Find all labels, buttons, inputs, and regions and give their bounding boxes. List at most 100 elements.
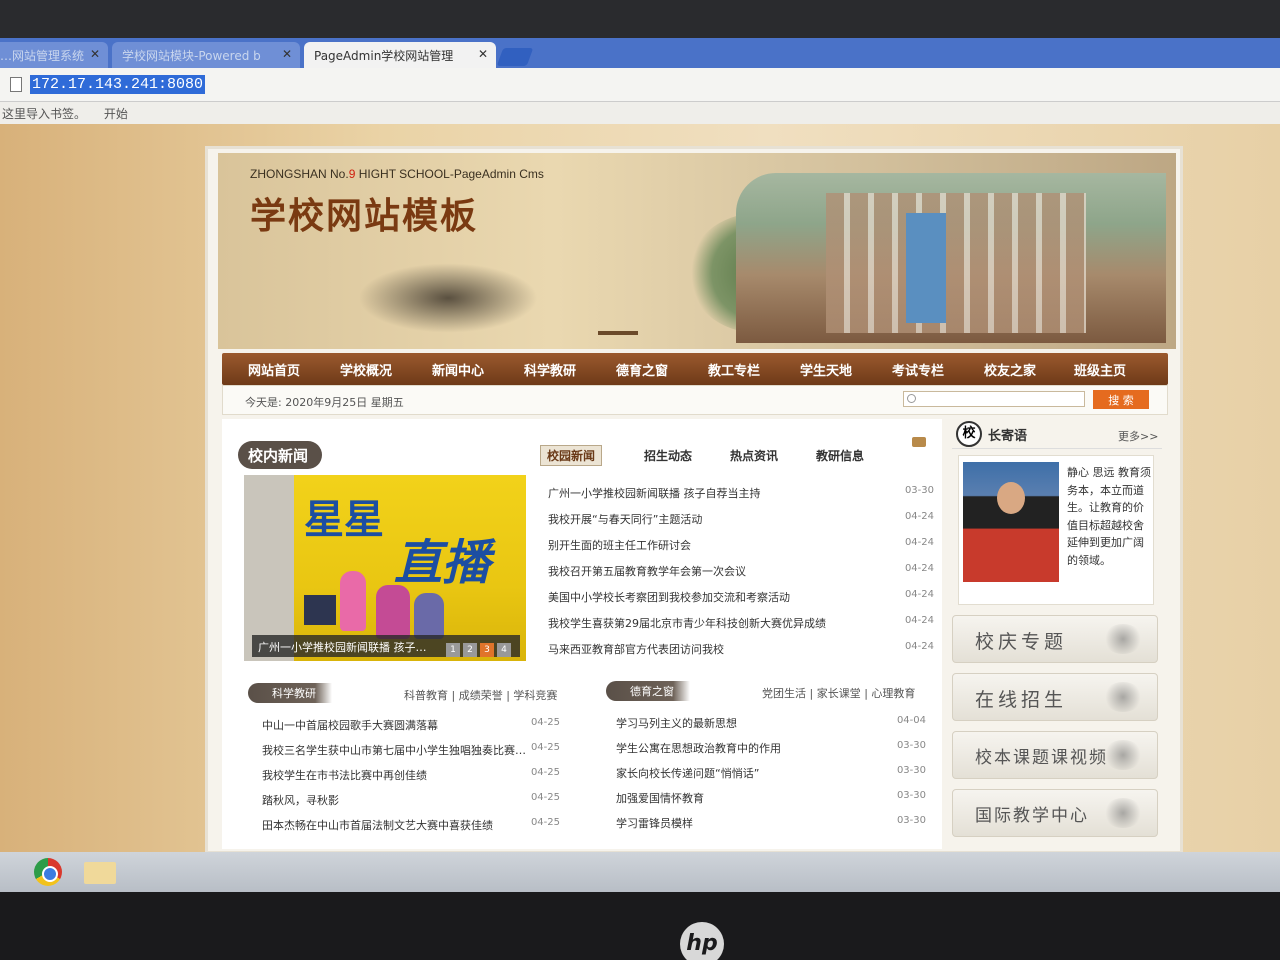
school-site: ZHONGSHAN No.9 HIGHT SCHOOL-PageAdmin Cm…: [205, 146, 1183, 854]
speaker-icon: [912, 437, 926, 447]
research-link[interactable]: 田本杰畅在中山市首届法制文艺大赛中喜获佳绩: [262, 817, 532, 833]
course-video-button[interactable]: 校本课题课视频: [952, 731, 1158, 779]
list-item[interactable]: 学习马列主义的最新思想 04-04: [606, 715, 928, 740]
news-link[interactable]: 我校开展“与春天同行”主题活动: [548, 511, 878, 527]
chrome-icon[interactable]: [34, 858, 62, 886]
browser-tab-bar: …网站管理系统 ✕ 学校网站模块-Powered b ✕ PageAdmin学校…: [0, 38, 1280, 68]
main-content: 校内新闻 校园新闻 招生动态 热点资讯 教研信息 星星 直播 广州一小学推校园新…: [222, 419, 942, 849]
browser-tab-2[interactable]: 学校网站模块-Powered b ✕: [112, 42, 300, 68]
bookmark-start[interactable]: 开始: [104, 107, 128, 121]
news-date: 04-24: [904, 589, 934, 600]
moral-link[interactable]: 学生公寓在思想政治教育中的作用: [616, 740, 886, 756]
moral-link[interactable]: 加强爱国情怀教育: [616, 790, 886, 806]
school-badge-icon: 校: [956, 421, 982, 447]
online-enrollment-button[interactable]: 在线招生: [952, 673, 1158, 721]
nav-home[interactable]: 网站首页: [248, 360, 300, 379]
page-icon: [10, 77, 22, 92]
list-item[interactable]: 我校三名学生获中山市第七届中小学生独唱独奏比赛…04-25: [252, 742, 562, 767]
moral-date: 04-04: [896, 715, 926, 726]
close-icon[interactable]: ✕: [478, 47, 488, 61]
moral-date: 03-30: [896, 740, 926, 751]
research-date: 04-25: [530, 742, 560, 753]
photo-computer: [304, 595, 336, 625]
nav-alumni[interactable]: 校友之家: [984, 360, 1036, 379]
moral-link[interactable]: 家长向校长传递问题“悄悄话”: [616, 765, 886, 781]
nav-staff[interactable]: 教工专栏: [708, 360, 760, 379]
principal-portrait: [963, 462, 1059, 582]
moral-link[interactable]: 学习雷锋员模样: [616, 815, 886, 831]
list-item[interactable]: 学生公寓在思想政治教育中的作用 03-30: [606, 740, 928, 765]
tab-campus-news[interactable]: 校园新闻: [540, 445, 603, 466]
folder-icon[interactable]: [84, 862, 116, 884]
research-link[interactable]: 我校学生在市书法比赛中再创佳绩: [262, 767, 532, 783]
nav-moral[interactable]: 德育之窗: [616, 360, 668, 379]
research-link[interactable]: 踏秋风，寻秋影: [262, 792, 532, 808]
today-date: 今天是: 2020年9月25日 星期五: [245, 396, 404, 409]
news-link[interactable]: 我校学生喜获第29届北京市青少年科技创新大赛优异成绩: [548, 615, 878, 631]
list-item[interactable]: 家长向校长传递问题“悄悄话” 03-30: [606, 765, 928, 790]
list-item[interactable]: 踏秋风，寻秋影04-25: [252, 792, 562, 817]
bookmark-import[interactable]: 这里导入书签。: [2, 107, 86, 121]
list-item[interactable]: 马来西亚教育部官方代表团访问我校 04-24: [538, 641, 936, 667]
tab-research-info[interactable]: 教研信息: [816, 447, 864, 464]
close-icon[interactable]: ✕: [282, 47, 292, 61]
taskbar: [0, 852, 1280, 892]
photo-wall: [244, 475, 294, 661]
close-icon[interactable]: ✕: [90, 47, 100, 61]
news-link[interactable]: 马来西亚教育部官方代表团访问我校: [548, 641, 878, 657]
list-item[interactable]: 学习雷锋员模样 03-30: [606, 815, 928, 840]
tab-hot-news[interactable]: 热点资讯: [730, 447, 778, 464]
news-slideshow[interactable]: 星星 直播: [244, 475, 526, 661]
nav-news[interactable]: 新闻中心: [432, 360, 484, 379]
more-link[interactable]: 更多>>: [1118, 428, 1158, 444]
international-center-button[interactable]: 国际教学中心: [952, 789, 1158, 837]
nav-about[interactable]: 学校概况: [340, 360, 392, 379]
url-text[interactable]: 172.17.143.241:8080: [30, 75, 206, 94]
news-link[interactable]: 我校召开第五届教育教学年会第一次会议: [548, 563, 878, 579]
news-link[interactable]: 别开生面的班主任工作研讨会: [548, 537, 878, 553]
list-item[interactable]: 别开生面的班主任工作研讨会 04-24: [538, 537, 936, 563]
research-section-title: 科学教研: [248, 683, 332, 703]
news-link[interactable]: 美国中小学校长考察团到我校参加交流和考察活动: [548, 589, 878, 605]
nav-students[interactable]: 学生天地: [800, 360, 852, 379]
news-section-title: 校内新闻: [238, 441, 322, 469]
news-link[interactable]: 广州一小学推校园新闻联播 孩子自荐当主持: [548, 485, 878, 501]
list-item[interactable]: 我校学生在市书法比赛中再创佳绩04-25: [252, 767, 562, 792]
list-item[interactable]: 田本杰畅在中山市首届法制文艺大赛中喜获佳绩04-25: [252, 817, 562, 842]
address-bar[interactable]: 172.17.143.241:8080: [0, 68, 1280, 102]
browser-tab-1[interactable]: …网站管理系统 ✕: [0, 42, 108, 68]
list-item[interactable]: 广州一小学推校园新闻联播 孩子自荐当主持 03-30: [538, 485, 936, 511]
slide-page-1[interactable]: 1: [446, 643, 460, 657]
news-date: 04-24: [904, 563, 934, 574]
principal-motto: 静心 思远 教育须务本，本立而道生。让教育的价值目标超越校舍 延伸到更加广阔的领…: [1067, 466, 1151, 567]
research-links[interactable]: 科普教育 | 成绩荣誉 | 学科竞赛: [404, 687, 557, 703]
list-item[interactable]: 我校开展“与春天同行”主题活动 04-24: [538, 511, 936, 537]
list-item[interactable]: 我校召开第五届教育教学年会第一次会议 04-24: [538, 563, 936, 589]
list-item[interactable]: 中山一中首届校园歌手大赛圆满落幕04-25: [252, 717, 562, 742]
news-date: 04-24: [904, 641, 934, 652]
list-item[interactable]: 加强爱国情怀教育 03-30: [606, 790, 928, 815]
tab-label: PageAdmin学校网站管理: [314, 49, 454, 63]
main-nav: 网站首页 学校概况 新闻中心 科学教研 德育之窗 教工专栏 学生天地 考试专栏 …: [222, 353, 1168, 385]
moral-links[interactable]: 党团生活 | 家长课堂 | 心理教育: [762, 685, 915, 701]
new-tab-button[interactable]: [496, 48, 534, 66]
slide-page-3[interactable]: 3: [480, 643, 494, 657]
nav-exams[interactable]: 考试专栏: [892, 360, 944, 379]
moral-link[interactable]: 学习马列主义的最新思想: [616, 715, 886, 731]
search-input[interactable]: [903, 391, 1085, 407]
news-date: 04-24: [904, 511, 934, 522]
research-link[interactable]: 我校三名学生获中山市第七届中小学生独唱独奏比赛…: [262, 742, 532, 758]
list-item[interactable]: 美国中小学校长考察团到我校参加交流和考察活动 04-24: [538, 589, 936, 615]
research-link[interactable]: 中山一中首届校园歌手大赛圆满落幕: [262, 717, 532, 733]
anniversary-button[interactable]: 校庆专题: [952, 615, 1158, 663]
slide-page-4[interactable]: 4: [497, 643, 511, 657]
nav-classes[interactable]: 班级主页: [1074, 360, 1126, 379]
browser-tab-active[interactable]: PageAdmin学校网站管理 ✕: [304, 42, 496, 68]
school-building-photo: [736, 173, 1166, 343]
slideshow-pager: 1234: [446, 637, 514, 657]
tab-admissions[interactable]: 招生动态: [644, 447, 692, 464]
search-button[interactable]: 搜 索: [1093, 390, 1149, 409]
list-item[interactable]: 我校学生喜获第29届北京市青少年科技创新大赛优异成绩 04-24: [538, 615, 936, 641]
slide-page-2[interactable]: 2: [463, 643, 477, 657]
nav-research[interactable]: 科学教研: [524, 360, 576, 379]
